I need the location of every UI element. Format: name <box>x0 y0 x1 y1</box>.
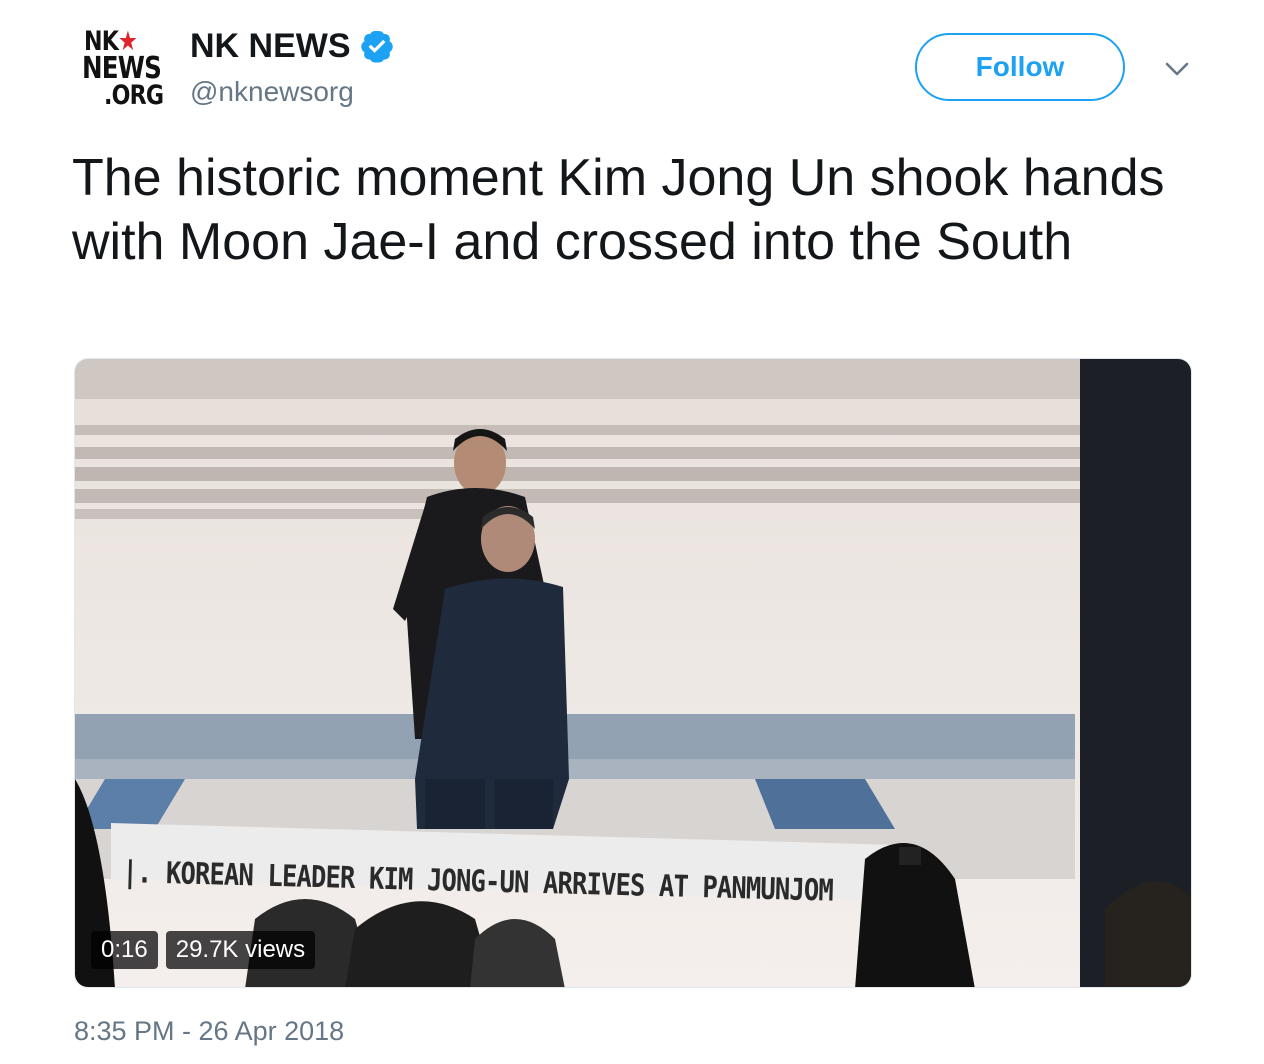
video-player[interactable]: |. KOREAN LEADER KIM JONG-UN ARRIVES AT … <box>74 358 1192 988</box>
account-handle[interactable]: @nknewsorg <box>190 76 354 108</box>
display-name[interactable]: NK NEWS <box>190 27 351 66</box>
video-duration-badge: 0:16 <box>91 931 158 969</box>
tweet-text: The historic moment Kim Jong Un shook ha… <box>72 149 1165 271</box>
follow-button[interactable]: Follow <box>915 33 1125 101</box>
tweet-timestamp[interactable]: 8:35 PM - 26 Apr 2018 <box>74 1016 344 1047</box>
verified-badge-icon <box>360 31 393 63</box>
display-name-row: NK NEWS <box>190 26 395 66</box>
logo-text-org: .ORG <box>104 80 164 111</box>
chevron-down-icon[interactable] <box>1162 54 1192 84</box>
video-overlay-badges: 0:16 29.7K views <box>91 931 316 969</box>
video-views-badge: 29.7K views <box>165 931 316 969</box>
account-avatar[interactable]: NK★ NEWS .ORG <box>80 26 164 111</box>
tweet-header: NK★ NEWS .ORG NK NEWS @nknewsorg Follow <box>0 0 1264 130</box>
